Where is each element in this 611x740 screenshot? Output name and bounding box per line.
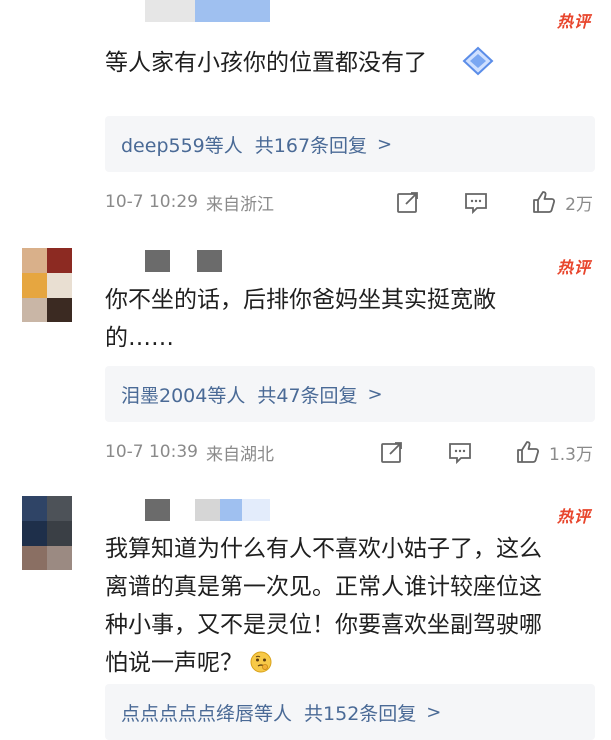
avatar[interactable]	[22, 496, 72, 570]
hot-comment-badge: 热评	[556, 258, 591, 277]
chevron-right-icon: >	[426, 701, 442, 723]
username-obscured[interactable]	[145, 0, 275, 22]
like-icon[interactable]	[515, 439, 541, 465]
like-icon[interactable]	[531, 189, 557, 215]
like-count: 2万	[565, 194, 593, 215]
diamond-badge-icon	[458, 46, 498, 88]
hot-comment-badge: 热评	[556, 12, 591, 31]
avatar[interactable]	[22, 248, 72, 322]
like-count: 1.3万	[548, 444, 593, 465]
comment-text: 你不坐的话，后排你爸妈坐其实挺宽敞 的……	[105, 287, 496, 351]
username-obscured[interactable]	[145, 499, 275, 521]
comment-text: 我算知道为什么有人不喜欢小姑子了，这么 离谱的真是第一次见。正常人谁计较座位这 …	[105, 536, 542, 676]
share-icon[interactable]	[395, 189, 421, 215]
reply-summary[interactable]: deep559等人 共167条回复 >	[105, 116, 595, 172]
comment-icon[interactable]	[463, 189, 489, 215]
chevron-right-icon: >	[367, 383, 383, 405]
reply-summary[interactable]: 泪墨2004等人 共47条回复 >	[105, 366, 595, 422]
username-obscured[interactable]	[145, 250, 225, 272]
chevron-right-icon: >	[377, 133, 393, 155]
hot-comment-badge: 热评	[556, 507, 591, 526]
comment-icon[interactable]	[447, 439, 473, 465]
comment-text: 等人家有小孩你的位置都没有了	[105, 44, 583, 88]
comment-meta: 10-7 10:39 来自湖北 1.3万	[105, 437, 593, 467]
share-icon[interactable]	[379, 439, 405, 465]
comment-meta: 10-7 10:29 来自浙江 2万	[105, 187, 593, 217]
reply-summary[interactable]: 点点点点点绛唇等人 共152条回复 >	[105, 684, 595, 740]
thinking-face-icon	[250, 650, 272, 676]
